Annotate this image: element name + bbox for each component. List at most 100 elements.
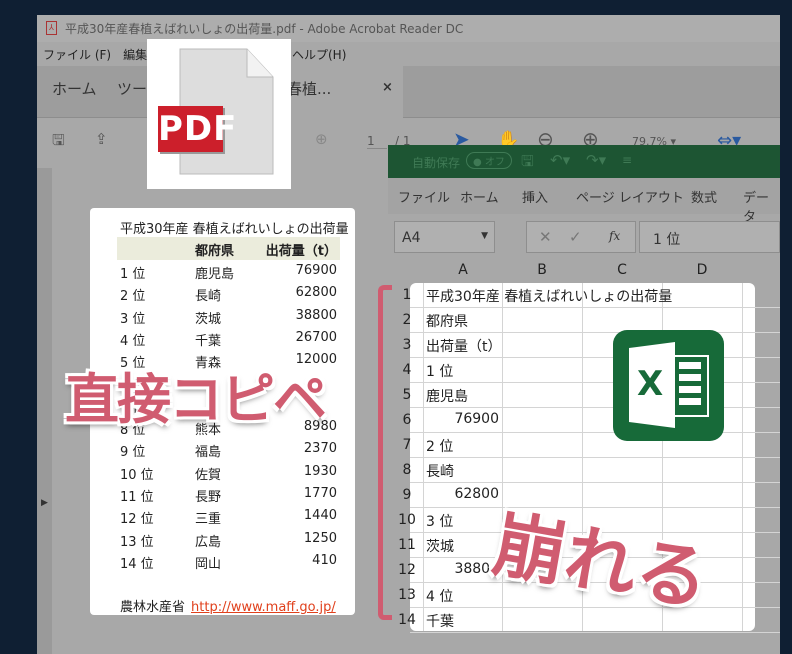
cell-a[interactable]: 出荷量（t）	[426, 336, 502, 356]
enter-icon[interactable]: ✓	[569, 228, 582, 246]
name-box-value: A4	[402, 230, 421, 246]
shipment-cell: 26700	[295, 329, 337, 345]
copy-paste-label: 直接コピペ	[65, 368, 327, 431]
row-header[interactable]: 12	[396, 562, 418, 578]
cancel-icon[interactable]: ✕	[539, 228, 552, 246]
ribbon-formulas[interactable]: 数式	[691, 187, 717, 206]
bracket-marker	[378, 285, 392, 620]
cell-a[interactable]: 3 位	[426, 511, 499, 531]
column-header-b[interactable]: B	[502, 262, 582, 278]
row-header[interactable]: 14	[396, 612, 418, 628]
row-header[interactable]: 5	[396, 387, 418, 403]
rank-cell: 9 位	[120, 445, 146, 461]
pdf-table-row: 14 位 岡山 410	[120, 553, 337, 575]
tab-close-button[interactable]: ×	[382, 80, 393, 95]
column-header-d[interactable]: D	[662, 262, 742, 278]
shipment-cell: 38800	[295, 307, 337, 323]
ribbon-data[interactable]: データ	[743, 187, 780, 225]
cell-a[interactable]: 平成30年産 春植えばれいしょの出荷量	[426, 286, 672, 306]
row-header[interactable]: 1	[396, 287, 418, 303]
sheet-row: 5 鹿児島	[403, 383, 780, 408]
cell-a[interactable]: 都府県	[426, 311, 499, 331]
header-shipment: 出荷量（t）	[265, 244, 337, 259]
cell-a[interactable]: 長崎	[426, 461, 499, 481]
tab-home[interactable]: ホーム	[52, 78, 97, 99]
pdf-table-row: 10 位 佐賀 1930	[120, 464, 337, 486]
cell-a[interactable]: 4 位	[426, 586, 499, 606]
cell-a[interactable]: 1 位	[426, 361, 499, 381]
shipment-cell: 1250	[303, 530, 337, 546]
row-header[interactable]: 4	[396, 362, 418, 378]
ribbon-file[interactable]: ファイル	[398, 187, 450, 206]
prefecture-cell: 広島	[195, 534, 222, 550]
chevron-down-icon[interactable]: ▼	[481, 231, 488, 241]
column-header-a[interactable]: A	[423, 262, 503, 278]
prefecture-cell: 三重	[195, 512, 222, 528]
row-header[interactable]: 6	[396, 412, 418, 428]
formula-bar[interactable]: 1 位	[639, 221, 780, 253]
autosave-toggle[interactable]: ● オフ	[466, 152, 512, 169]
ribbon-insert[interactable]: 挿入	[522, 187, 548, 206]
prefecture-cell: 福島	[195, 445, 222, 461]
row-header[interactable]: 11	[396, 537, 418, 553]
pdf-table-row: 2 位 長崎 62800	[120, 285, 337, 307]
shipment-cell: 2370	[303, 441, 337, 457]
shipment-cell: 1440	[303, 508, 337, 524]
rank-cell: 3 位	[120, 311, 146, 327]
save-icon[interactable]: 🖫	[52, 130, 65, 155]
autosave-label: 自動保存	[412, 156, 461, 170]
row-header[interactable]: 3	[396, 337, 418, 353]
column-header-c[interactable]: C	[582, 262, 662, 278]
customize-icon[interactable]: ≡	[622, 153, 632, 167]
download-icon[interactable]: ⊕	[315, 130, 328, 148]
ribbon-home[interactable]: ホーム	[460, 187, 499, 206]
cell-a[interactable]: 鹿児島	[426, 386, 499, 406]
prefecture-cell: 長崎	[195, 289, 222, 305]
excel-logo-icon: X	[613, 330, 724, 441]
pdf-file-icon: PDF	[147, 39, 291, 189]
sheet-row: 6 76900	[403, 408, 780, 433]
sheet-row: 14 千葉	[398, 608, 780, 633]
pdf-table-row: 4 位 千葉 26700	[120, 330, 337, 352]
rank-cell: 10 位	[120, 467, 154, 483]
header-prefecture: 都府県	[195, 244, 235, 259]
menu-file[interactable]: ファイル (F)	[43, 48, 111, 62]
row-header[interactable]: 2	[396, 312, 418, 328]
cell-a[interactable]: 千葉	[426, 611, 499, 631]
shipment-cell: 62800	[295, 285, 337, 301]
redo-icon[interactable]: ↷▾	[586, 151, 606, 169]
pdf-table-row: 12 位 三重 1440	[120, 508, 337, 530]
pdf-table-row: 13 位 広島 1250	[120, 531, 337, 553]
cell-a[interactable]: 2 位	[426, 436, 499, 456]
side-panel-toggle[interactable]: ▶	[37, 168, 52, 654]
cell-a[interactable]: 茨城	[426, 536, 499, 556]
save-icon[interactable]: 🖫	[521, 151, 534, 176]
menu-help[interactable]: ヘルプ(H)	[292, 46, 346, 63]
prefecture-cell: 岡山	[195, 556, 222, 572]
insert-function-button[interactable]: fx	[609, 229, 620, 243]
prefecture-cell: 茨城	[195, 311, 222, 327]
quick-access-bar: 自動保存 ● オフ 🖫 ↶▾ ↷▾ ≡	[388, 145, 780, 178]
row-header[interactable]: 10	[396, 512, 418, 528]
excel-logo-letter: X	[637, 364, 664, 404]
row-header[interactable]: 13	[396, 587, 418, 603]
cell-a[interactable]: 62800	[426, 486, 499, 502]
upload-icon[interactable]: ⇪	[95, 130, 108, 148]
page-number-input[interactable]: 1	[367, 134, 387, 149]
row-header[interactable]: 8	[396, 462, 418, 478]
row-header[interactable]: 9	[396, 487, 418, 503]
rank-cell: 14 位	[120, 556, 154, 572]
prefecture-cell: 鹿児島	[195, 267, 235, 282]
name-box[interactable]: A4 ▼	[394, 221, 495, 253]
pdf-table-title: 平成30年産 春植えばれいしょの出荷量	[120, 222, 349, 237]
row-header[interactable]: 7	[396, 437, 418, 453]
source-link[interactable]: http://www.maff.go.jp/	[191, 600, 336, 615]
ribbon-page-layout[interactable]: ページ レイアウト	[576, 187, 684, 206]
expand-arrow-icon[interactable]: ▶	[41, 498, 48, 508]
rank-cell: 2 位	[120, 289, 146, 305]
undo-icon[interactable]: ↶▾	[550, 151, 570, 169]
source-label: 農林水産省	[120, 600, 186, 615]
shipment-cell: 76900	[295, 263, 337, 278]
cell-a[interactable]: 76900	[426, 411, 499, 427]
pdf-footer: 農林水産省 http://www.maff.go.jp/	[120, 596, 336, 615]
